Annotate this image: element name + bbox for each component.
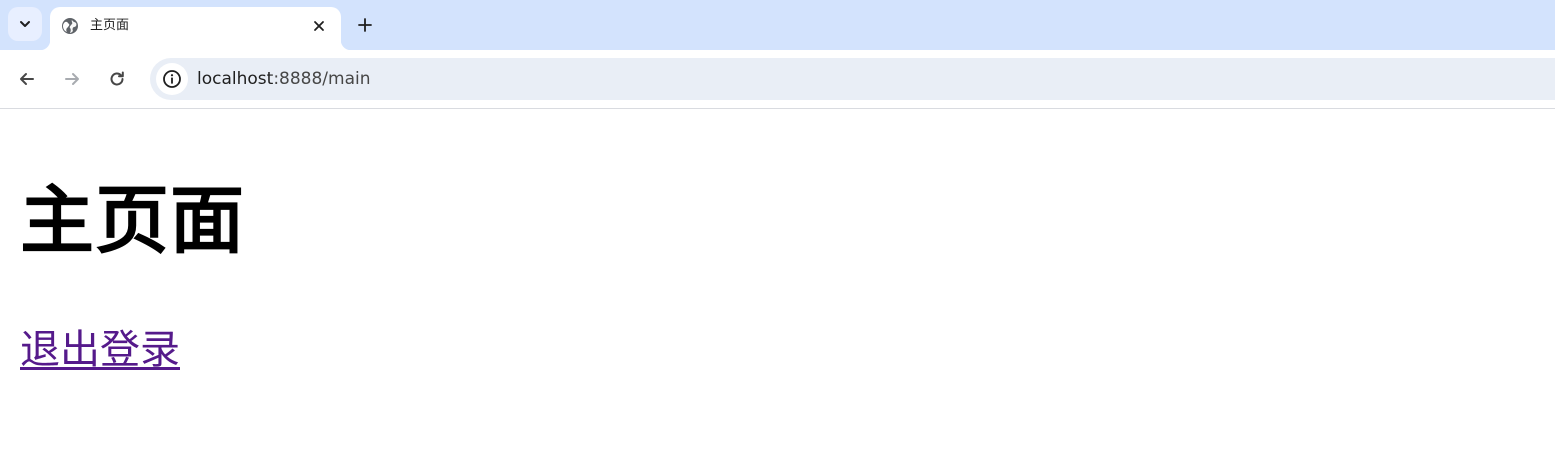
logout-link[interactable]: 退出登录 <box>20 325 180 375</box>
tab-search-button[interactable] <box>8 7 42 41</box>
browser-toolbar: localhost:8888/main <box>0 50 1555 109</box>
close-icon <box>314 21 324 31</box>
new-tab-button[interactable] <box>351 11 379 39</box>
arrow-left-icon <box>20 73 34 85</box>
arrow-right-icon <box>65 73 79 85</box>
active-tab[interactable]: 主页面 <box>40 7 351 50</box>
site-info-button[interactable] <box>156 63 188 95</box>
reload-button[interactable] <box>101 63 133 95</box>
chevron-down-icon <box>20 21 30 27</box>
plus-icon <box>358 18 372 32</box>
url-host: localhost <box>197 69 274 89</box>
reload-icon <box>110 71 124 86</box>
tab-close-button[interactable] <box>307 14 331 38</box>
tab-strip: 主页面 <box>0 0 1555 50</box>
back-button[interactable] <box>11 63 43 95</box>
page-title: 主页面 <box>20 178 245 264</box>
url-path: :8888/main <box>273 69 371 89</box>
url-text[interactable]: localhost:8888/main <box>197 68 371 90</box>
tab-title: 主页面 <box>90 18 130 33</box>
info-icon <box>163 70 181 88</box>
page-content: 主页面 退出登录 <box>0 109 1555 464</box>
address-bar[interactable]: localhost:8888/main <box>150 58 1555 100</box>
forward-button[interactable] <box>56 63 88 95</box>
globe-icon <box>62 18 78 34</box>
